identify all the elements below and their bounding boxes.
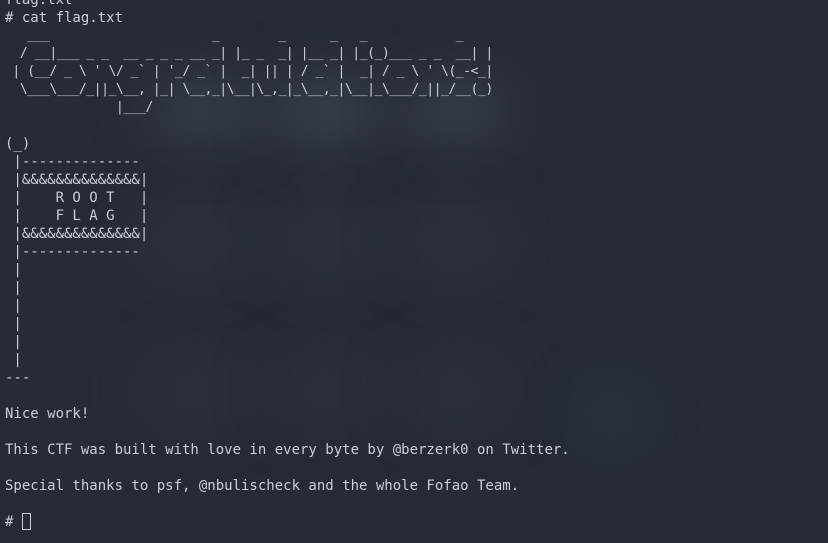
command-line: # cat flag.txt xyxy=(5,10,124,26)
previous-output-line: flag.txt xyxy=(5,0,73,8)
ascii-congratulations-banner: ___ _ _ _ _ _ / __|___ _ _ __ _ _ _ __ _… xyxy=(12,28,493,115)
input-prompt-line[interactable]: # xyxy=(5,513,828,531)
terminal-window[interactable]: flag.txt # cat flag.txt ___ _ _ _ _ _ / … xyxy=(0,0,828,543)
terminal-output: flag.txt # cat flag.txt ___ _ _ _ _ _ / … xyxy=(5,0,828,531)
nice-work-message: Nice work! xyxy=(5,406,90,422)
thanks-message: Special thanks to psf, @nbulischeck and … xyxy=(5,478,520,494)
text-cursor[interactable] xyxy=(21,513,31,530)
credits-message: This CTF was built with love in every by… xyxy=(5,442,570,458)
ascii-root-flag-art: (_) |-------------- |&&&&&&&&&&&&&&| | R… xyxy=(5,136,149,386)
shell-prompt: # xyxy=(5,514,22,530)
